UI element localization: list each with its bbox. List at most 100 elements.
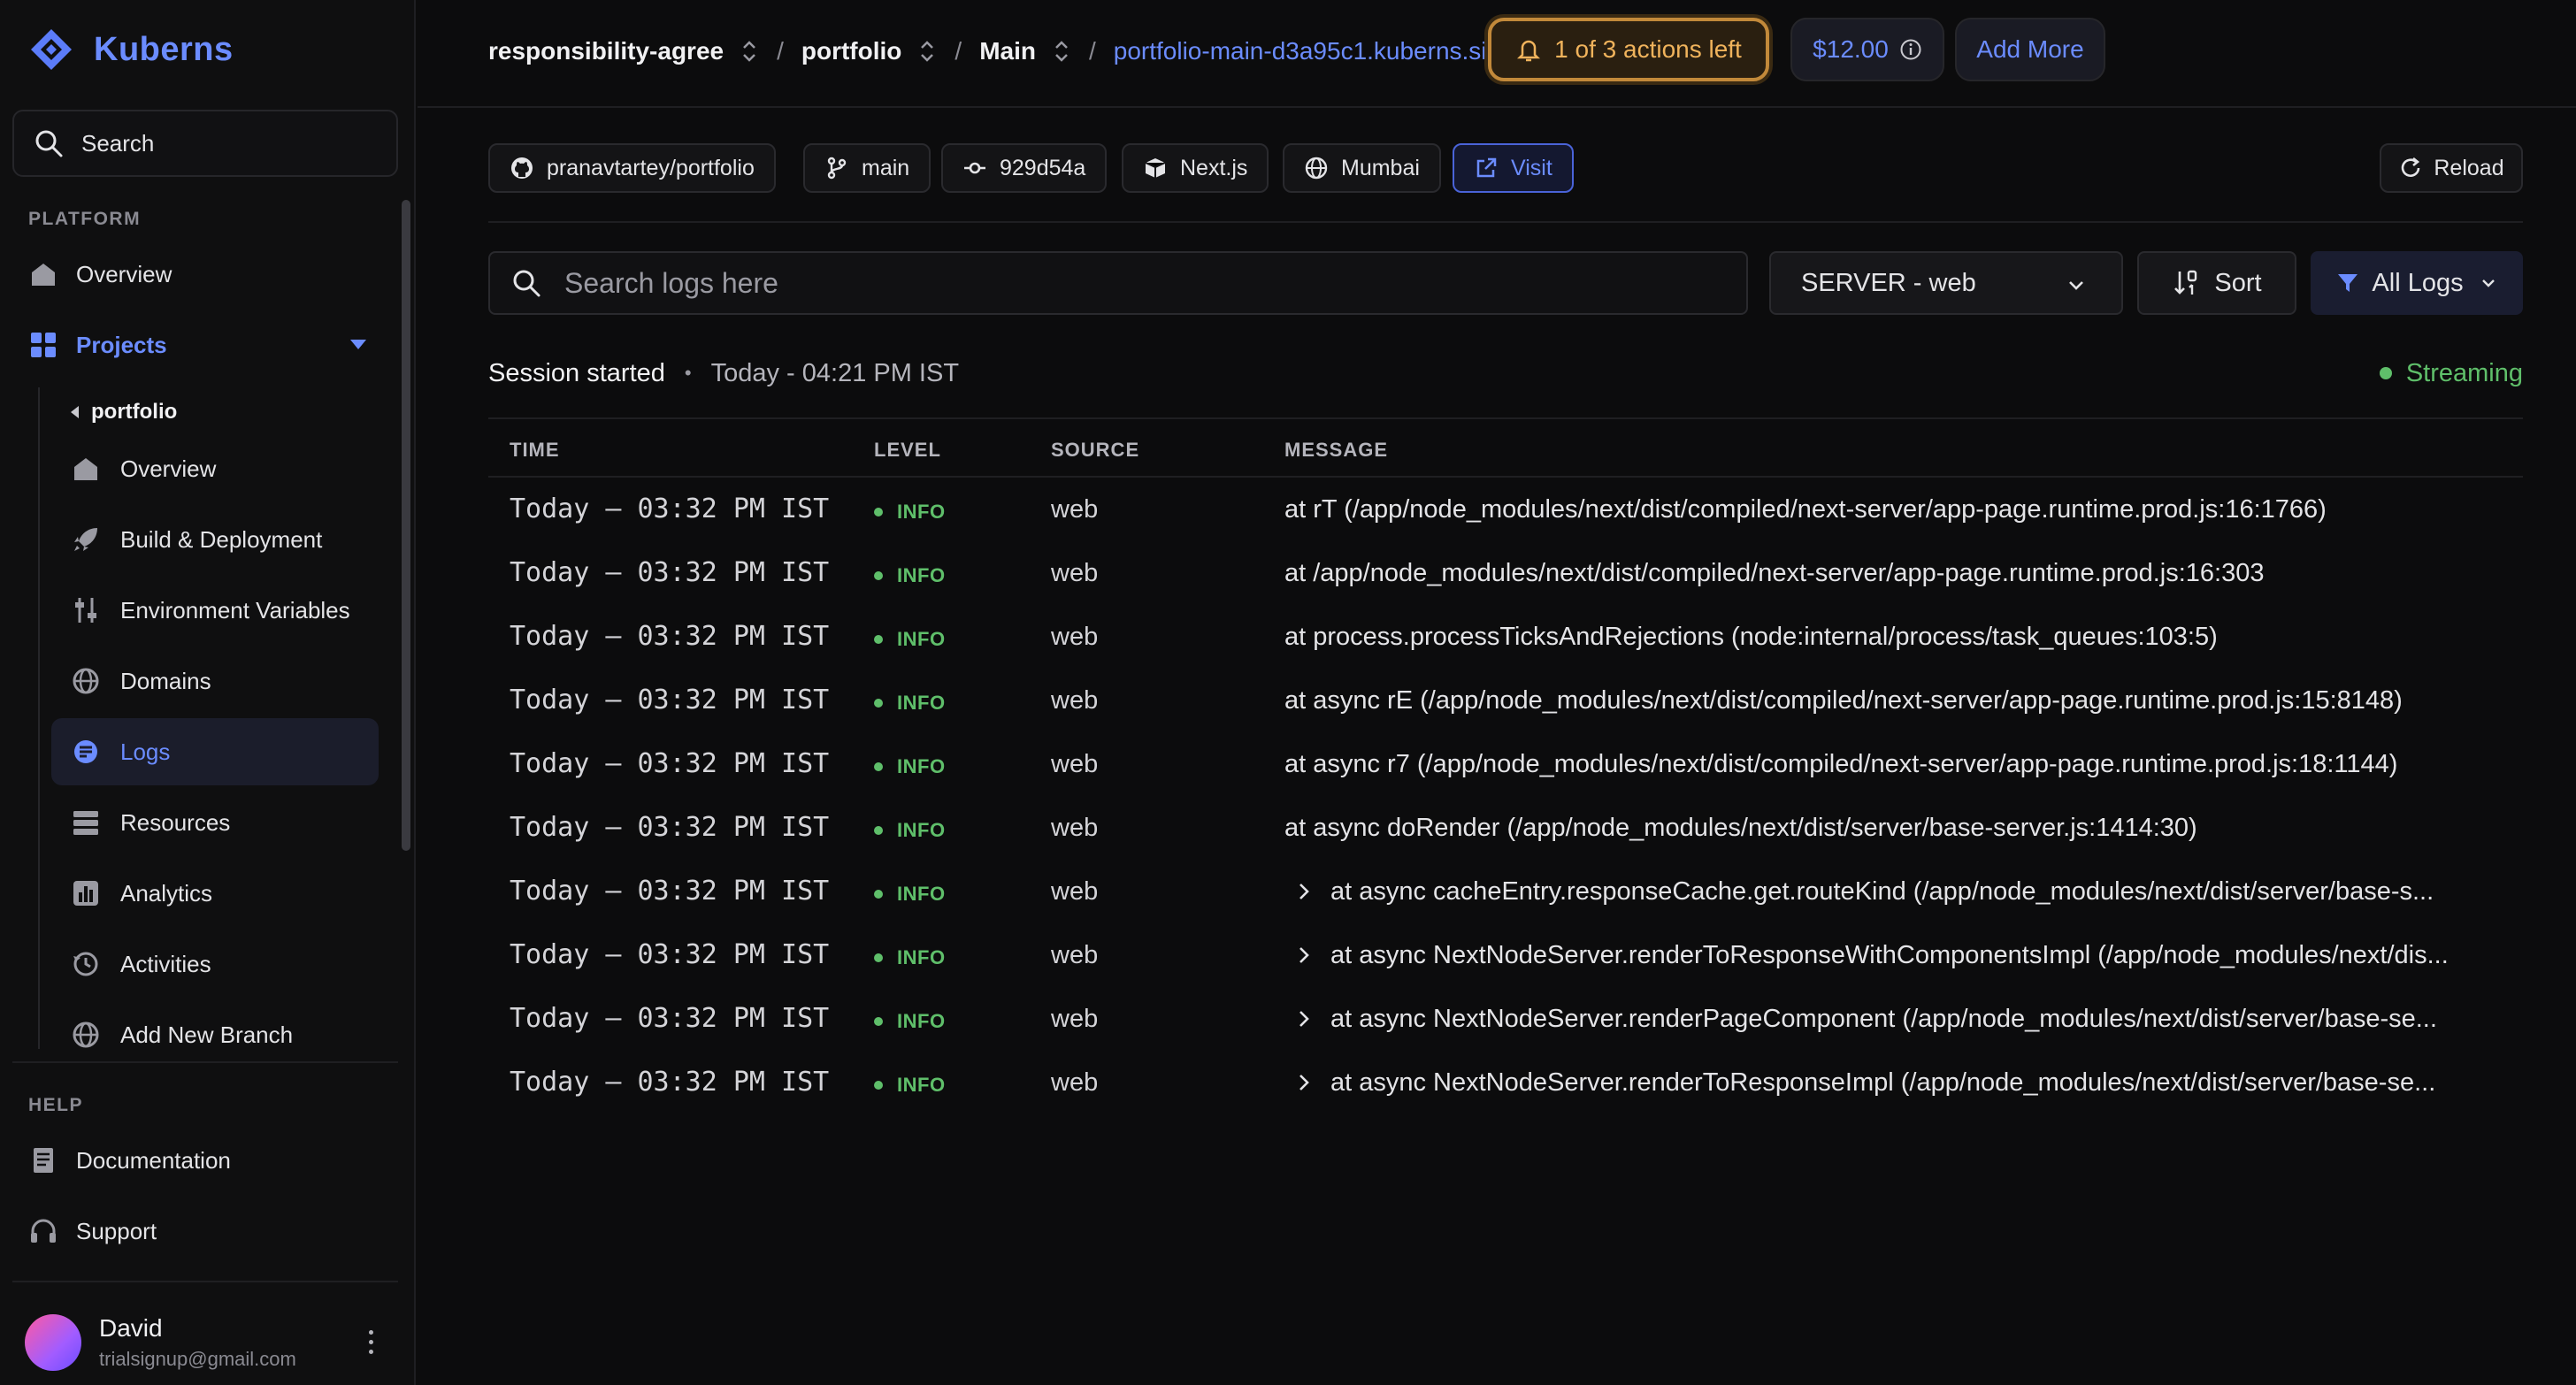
- brand[interactable]: Kuberns: [28, 25, 234, 74]
- chevron-up-down-icon: [1055, 41, 1068, 62]
- branch-chip[interactable]: main: [803, 143, 932, 193]
- sidebar-item-resources[interactable]: Resources: [51, 789, 379, 856]
- log-message: at async rE (/app/node_modules/next/dist…: [1284, 686, 2403, 715]
- package-icon: [1145, 158, 1166, 178]
- visit-button[interactable]: Visit: [1453, 143, 1574, 193]
- commit-chip[interactable]: 929d54a: [941, 143, 1108, 193]
- project-back-link[interactable]: portfolio: [71, 396, 177, 428]
- table-row[interactable]: Today – 03:32 PM IST INFO web at async doRe…: [488, 796, 2523, 860]
- framework-label: Next.js: [1180, 155, 1248, 180]
- sidebar-item-support[interactable]: Support: [28, 1198, 382, 1265]
- chevron-right-icon[interactable]: [1292, 1070, 1316, 1095]
- log-source: web: [1051, 495, 1099, 524]
- repo-label: pranavtartey/portfolio: [547, 155, 755, 180]
- actions-left-button[interactable]: 1 of 3 actions left: [1488, 18, 1769, 81]
- table-row[interactable]: Today – 03:32 PM IST INFO web at async cach…: [488, 860, 2523, 923]
- refresh-icon: [2402, 157, 2420, 177]
- user-profile[interactable]: David trialsignup@gmail.com: [25, 1307, 396, 1378]
- log-level: INFO: [874, 1074, 946, 1097]
- sidebar-item-label: Overview: [120, 455, 217, 482]
- status-dot-icon: [874, 953, 883, 962]
- sidebar-item-documentation[interactable]: Documentation: [28, 1127, 382, 1194]
- house-icon: [74, 458, 97, 480]
- column-header-level[interactable]: LEVEL: [874, 439, 941, 462]
- log-level: INFO: [874, 564, 946, 587]
- sidebar-item-environment-variables[interactable]: Environment Variables: [51, 577, 379, 644]
- log-level-label: INFO: [897, 755, 946, 777]
- log-source: web: [1051, 686, 1099, 715]
- deployment-url-link[interactable]: portfolio-main-d3a95c1.kuberns.site: [1114, 37, 1546, 65]
- github-icon: [511, 157, 533, 179]
- column-header-source[interactable]: SOURCE: [1051, 439, 1139, 462]
- log-source: web: [1051, 559, 1099, 587]
- house-icon: [32, 264, 55, 286]
- section-divider: [488, 221, 2523, 223]
- sidebar-item-logs[interactable]: Logs: [51, 718, 379, 785]
- breadcrumb-branch[interactable]: Main: [979, 37, 1071, 65]
- log-time: Today – 03:32 PM IST: [510, 685, 830, 715]
- globe-icon: [73, 1022, 99, 1048]
- caret-down-icon[interactable]: [350, 340, 366, 349]
- chevron-right-icon[interactable]: [1292, 1006, 1316, 1031]
- log-time: Today – 03:32 PM IST: [510, 621, 830, 652]
- log-message: at async NextNodeServer.renderToResponse…: [1330, 1068, 2436, 1097]
- bar-chart-icon: [73, 881, 98, 906]
- table-row[interactable]: Today – 03:32 PM IST INFO web at process.pr…: [488, 605, 2523, 669]
- sidebar-scrollbar[interactable]: [402, 200, 410, 851]
- framework-chip[interactable]: Next.js: [1122, 143, 1269, 193]
- logs-filter-value: All Logs: [2372, 268, 2464, 297]
- log-level-label: INFO: [897, 501, 946, 523]
- sidebar-item-projects[interactable]: Projects: [28, 311, 382, 379]
- sidebar-search[interactable]: Search: [12, 110, 398, 177]
- reload-button[interactable]: Reload: [2380, 143, 2523, 193]
- info-icon: [1900, 39, 1921, 60]
- table-row[interactable]: Today – 03:32 PM IST INFO web at async rE (…: [488, 669, 2523, 732]
- breadcrumb-separator: /: [777, 37, 784, 65]
- git-commit-icon: [964, 162, 985, 174]
- table-row[interactable]: Today – 03:32 PM IST INFO web at async Next…: [488, 987, 2523, 1051]
- table-row[interactable]: Today – 03:32 PM IST INFO web at async Next…: [488, 1051, 2523, 1114]
- more-vertical-icon[interactable]: [357, 1325, 384, 1360]
- search-icon: [35, 130, 63, 157]
- log-search-input[interactable]: [564, 266, 1746, 300]
- log-level: INFO: [874, 946, 946, 969]
- sidebar-item-label: Documentation: [76, 1146, 231, 1174]
- sidebar-item-overview[interactable]: Overview: [28, 241, 382, 308]
- logs-filter-select[interactable]: All Logs: [2311, 251, 2523, 315]
- sidebar-item-label: Support: [76, 1217, 157, 1244]
- table-row[interactable]: Today – 03:32 PM IST INFO web at /app/node_…: [488, 541, 2523, 605]
- breadcrumb-project[interactable]: portfolio: [801, 37, 938, 65]
- table-row[interactable]: Today – 03:32 PM IST INFO web at rT (/app/n…: [488, 478, 2523, 541]
- sidebar-item-build-deployment[interactable]: Build & Deployment: [51, 506, 379, 573]
- session-time: Today - 04:21 PM IST: [710, 358, 960, 387]
- chevron-right-icon[interactable]: [1292, 879, 1316, 904]
- server-select-value: SERVER - web: [1801, 268, 1976, 297]
- sidebar-item-analytics[interactable]: Analytics: [51, 860, 379, 927]
- credit-balance-button[interactable]: $12.00: [1790, 18, 1944, 81]
- repo-chip[interactable]: pranavtartey/portfolio: [488, 143, 776, 193]
- column-header-message[interactable]: MESSAGE: [1284, 439, 1388, 462]
- log-search-box[interactable]: [488, 251, 1748, 315]
- project-name: portfolio: [91, 400, 178, 424]
- column-header-time[interactable]: TIME: [510, 439, 560, 462]
- sidebar-item-domains[interactable]: Domains: [51, 647, 379, 715]
- add-more-button[interactable]: Add More: [1955, 18, 2105, 81]
- help-section-label: HELP: [28, 1095, 84, 1115]
- log-source: web: [1051, 750, 1099, 778]
- region-chip[interactable]: Mumbai: [1283, 143, 1441, 193]
- visit-label: Visit: [1511, 155, 1552, 180]
- sidebar-item-project-overview[interactable]: Overview: [51, 435, 379, 502]
- sort-button[interactable]: Sort: [2137, 251, 2296, 315]
- table-row[interactable]: Today – 03:32 PM IST INFO web at async r7 (…: [488, 732, 2523, 796]
- sidebar-item-add-new-branch[interactable]: Add New Branch: [51, 1001, 379, 1068]
- chevron-up-down-icon: [743, 41, 755, 62]
- filter-icon: [2338, 274, 2358, 292]
- table-row[interactable]: Today – 03:32 PM IST INFO web at async Next…: [488, 923, 2523, 987]
- sidebar-item-activities[interactable]: Activities: [51, 930, 379, 998]
- logs-icon: [74, 740, 97, 763]
- sidebar-item-label: Build & Deployment: [120, 525, 323, 553]
- status-dot-icon: [874, 1017, 883, 1026]
- server-select[interactable]: SERVER - web: [1769, 251, 2123, 315]
- breadcrumb-org[interactable]: responsibility-agree: [488, 37, 759, 65]
- chevron-right-icon[interactable]: [1292, 943, 1316, 968]
